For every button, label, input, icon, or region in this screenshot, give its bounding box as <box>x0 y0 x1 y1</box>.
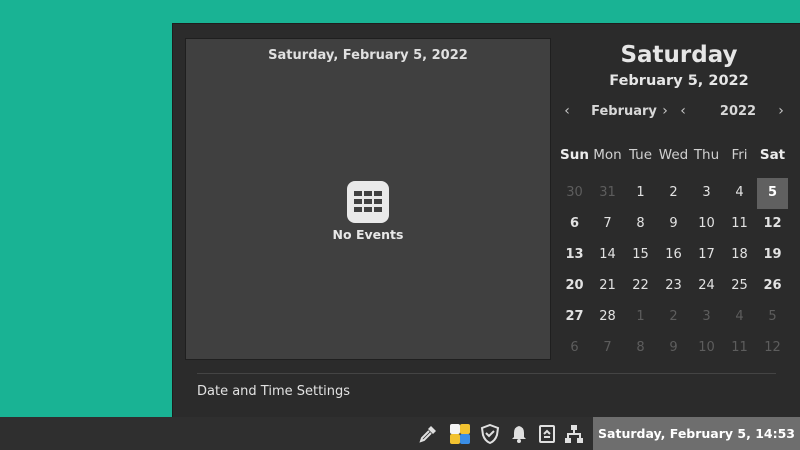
previous-year-button[interactable]: ‹ <box>675 104 691 120</box>
day-cell[interactable]: 24 <box>690 271 723 301</box>
day-cell[interactable]: 6 <box>558 333 591 363</box>
previous-month-button[interactable]: ‹ <box>559 104 575 120</box>
day-cell[interactable]: 1 <box>624 302 657 332</box>
weekday-thu: Thu <box>693 147 720 163</box>
calendar-grid: Sun Mon Tue Wed Thu Fri Sat 30 31 1 2 3 … <box>557 140 800 364</box>
day-cell[interactable]: 18 <box>723 240 756 270</box>
week-row: 6 7 8 9 10 11 12 <box>557 209 800 240</box>
day-cell[interactable]: 7 <box>591 333 624 363</box>
day-cell[interactable]: 12 <box>756 209 789 239</box>
next-year-button[interactable]: › <box>773 104 789 120</box>
events-pane: Saturday, February 5, 2022 No Events <box>185 38 551 360</box>
week-row: 27 28 1 2 3 4 5 <box>557 302 800 333</box>
day-cell[interactable]: 8 <box>624 333 657 363</box>
day-cell[interactable]: 14 <box>591 240 624 270</box>
day-cell[interactable]: 11 <box>723 333 756 363</box>
day-cell[interactable]: 4 <box>723 302 756 332</box>
weekday-fri: Fri <box>731 147 748 163</box>
date-time-settings-link[interactable]: Date and Time Settings <box>197 384 350 399</box>
day-cell[interactable]: 27 <box>558 302 591 332</box>
color-picker-icon[interactable] <box>418 424 438 444</box>
day-cell[interactable]: 30 <box>558 178 591 208</box>
day-cell[interactable]: 21 <box>591 271 624 301</box>
weekday-sat: Sat <box>759 147 786 163</box>
no-events-placeholder: No Events <box>186 181 550 242</box>
day-cell[interactable]: 10 <box>690 209 723 239</box>
divider <box>197 373 776 374</box>
calendar-popup: Saturday, February 5, 2022 No Events Sat… <box>172 23 800 417</box>
day-cell[interactable]: 15 <box>624 240 657 270</box>
no-events-label: No Events <box>332 227 404 242</box>
day-cell[interactable]: 12 <box>756 333 789 363</box>
day-cell[interactable]: 25 <box>723 271 756 301</box>
panel-clock[interactable]: Saturday, February 5, 14:53 <box>593 417 800 450</box>
day-cell[interactable]: 28 <box>591 302 624 332</box>
selected-weekday: Saturday <box>620 42 738 68</box>
day-cell[interactable]: 8 <box>624 209 657 239</box>
day-cell[interactable]: 1 <box>624 178 657 208</box>
day-cell[interactable]: 19 <box>756 240 789 270</box>
day-cell[interactable]: 31 <box>591 178 624 208</box>
day-cell-selected[interactable]: 5 <box>757 178 788 209</box>
day-cell[interactable]: 9 <box>657 209 690 239</box>
day-cell[interactable]: 5 <box>756 302 789 332</box>
selected-date: February 5, 2022 <box>609 73 749 89</box>
week-row: 13 14 15 16 17 18 19 <box>557 240 800 271</box>
day-cell[interactable]: 20 <box>558 271 591 301</box>
clipboard-icon[interactable] <box>537 424 557 444</box>
calendar-icon <box>347 181 389 223</box>
day-cell[interactable]: 11 <box>723 209 756 239</box>
day-cell[interactable]: 13 <box>558 240 591 270</box>
day-cell[interactable]: 4 <box>723 178 756 208</box>
day-cell[interactable]: 2 <box>657 178 690 208</box>
month-year-navigation: ‹ February › ‹ 2022 › <box>557 104 800 120</box>
day-cell[interactable]: 23 <box>657 271 690 301</box>
day-cell[interactable]: 2 <box>657 302 690 332</box>
week-row: 6 7 8 9 10 11 12 <box>557 333 800 364</box>
next-month-button[interactable]: › <box>657 104 673 120</box>
app-grid-icon[interactable] <box>450 424 470 444</box>
day-cell[interactable]: 22 <box>624 271 657 301</box>
weekday-tue: Tue <box>628 147 653 163</box>
day-cell[interactable]: 3 <box>690 178 723 208</box>
network-icon[interactable] <box>564 424 584 444</box>
events-date-header: Saturday, February 5, 2022 <box>268 48 468 63</box>
week-row: 20 21 22 23 24 25 26 <box>557 271 800 302</box>
day-cell[interactable]: 26 <box>756 271 789 301</box>
day-cell[interactable]: 16 <box>657 240 690 270</box>
weekday-sun: Sun <box>560 147 589 163</box>
day-cell[interactable]: 17 <box>690 240 723 270</box>
weekday-wed: Wed <box>658 147 689 163</box>
weekday-header-row: Sun Mon Tue Wed Thu Fri Sat <box>557 140 800 171</box>
bell-icon[interactable] <box>509 424 529 444</box>
day-cell[interactable]: 9 <box>657 333 690 363</box>
shield-icon[interactable] <box>480 424 500 444</box>
day-cell[interactable]: 7 <box>591 209 624 239</box>
day-cell[interactable]: 3 <box>690 302 723 332</box>
day-cell[interactable]: 10 <box>690 333 723 363</box>
year-label: 2022 <box>719 104 757 119</box>
week-row: 30 31 1 2 3 4 5 <box>557 178 800 209</box>
bottom-panel: Saturday, February 5, 14:53 <box>0 417 800 450</box>
weekday-mon: Mon <box>593 147 622 163</box>
day-cell[interactable]: 6 <box>558 209 591 239</box>
